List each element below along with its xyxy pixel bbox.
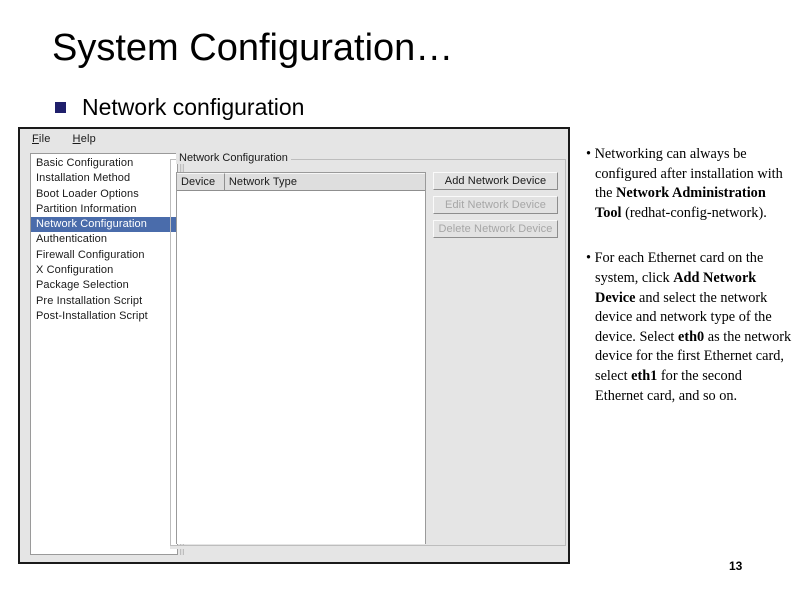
column-header-device[interactable]: Device [177, 173, 225, 190]
nav-item-basic-configuration[interactable]: Basic Configuration [31, 156, 177, 171]
slide-bullet-heading: Network configuration [55, 94, 304, 121]
note-2-bold-2: eth0 [677, 328, 705, 345]
network-device-table-body[interactable] [177, 191, 425, 544]
menu-item-file[interactable]: File [32, 133, 51, 145]
nav-item-package-selection[interactable]: Package Selection [31, 278, 177, 293]
network-device-table[interactable]: Device Network Type [176, 172, 426, 544]
note-paragraph-2: • For each Ethernet card on the system, … [586, 249, 792, 406]
nav-item-post-installation-script[interactable]: Post-Installation Script [31, 309, 177, 324]
square-bullet-icon [55, 102, 66, 113]
note-1-suffix: (redhat-config-network). [621, 204, 767, 221]
column-header-network-type[interactable]: Network Type [224, 173, 425, 190]
nav-item-network-configuration[interactable]: Network Configuration [31, 217, 177, 233]
network-device-button-column: Add Network Device Edit Network Device D… [433, 172, 558, 244]
navigation-list-panel[interactable]: Basic Configuration Installation Method … [30, 153, 178, 555]
nav-item-firewall-configuration[interactable]: Firewall Configuration [31, 248, 177, 263]
menu-help-rest: elp [80, 132, 96, 145]
menu-help-mnemonic: H [72, 132, 81, 145]
note-paragraph-1: • Networking can always be configured af… [586, 145, 792, 223]
nav-item-x-configuration[interactable]: X Configuration [31, 263, 177, 278]
nav-item-pre-installation-script[interactable]: Pre Installation Script [31, 294, 177, 309]
network-configuration-groupbox-legend: Network Configuration [176, 152, 291, 164]
nav-item-authentication[interactable]: Authentication [31, 232, 177, 247]
menu-file-mnemonic: F [32, 132, 39, 145]
delete-network-device-button: Delete Network Device [433, 220, 558, 238]
edit-network-device-button: Edit Network Device [433, 196, 558, 214]
slide-bullet-label: Network configuration [82, 94, 305, 120]
menu-file-rest: ile [38, 132, 51, 145]
page-title: System Configuration… [52, 27, 454, 69]
nav-item-installation-method[interactable]: Installation Method [31, 171, 177, 186]
left-panel-bottom-strip [30, 555, 178, 557]
page-number: 13 [729, 559, 743, 573]
nav-item-boot-loader-options[interactable]: Boot Loader Options [31, 187, 177, 202]
right-panel-bottom-strip [170, 545, 566, 549]
notes-column: • Networking can always be configured af… [586, 145, 792, 406]
add-network-device-button[interactable]: Add Network Device [433, 172, 558, 190]
navigation-list: Basic Configuration Installation Method … [31, 154, 177, 324]
network-device-table-header: Device Network Type [177, 173, 425, 191]
menu-bar: File Help [20, 129, 568, 148]
menu-item-help[interactable]: Help [73, 133, 96, 145]
note-2-bold-3: eth1 [631, 367, 658, 384]
nav-item-partition-information[interactable]: Partition Information [31, 202, 177, 217]
